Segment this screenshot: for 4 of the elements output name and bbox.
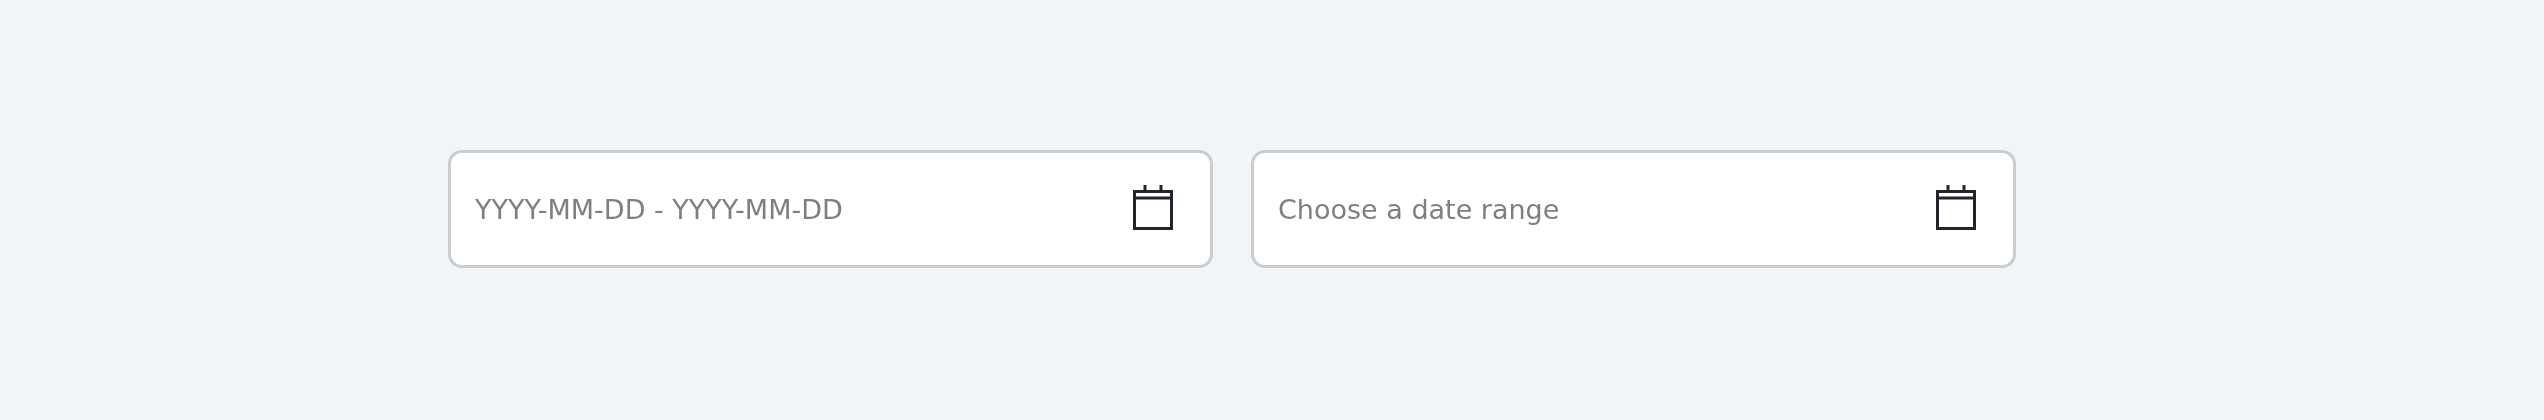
calendar-icon[interactable]	[1133, 184, 1173, 230]
date-range-field[interactable]: YYYY-MM-DD - YYYY-MM-DD	[448, 150, 1213, 268]
calendar-icon[interactable]	[1936, 184, 1976, 230]
date-range-field[interactable]: Choose a date range	[1251, 150, 2016, 268]
